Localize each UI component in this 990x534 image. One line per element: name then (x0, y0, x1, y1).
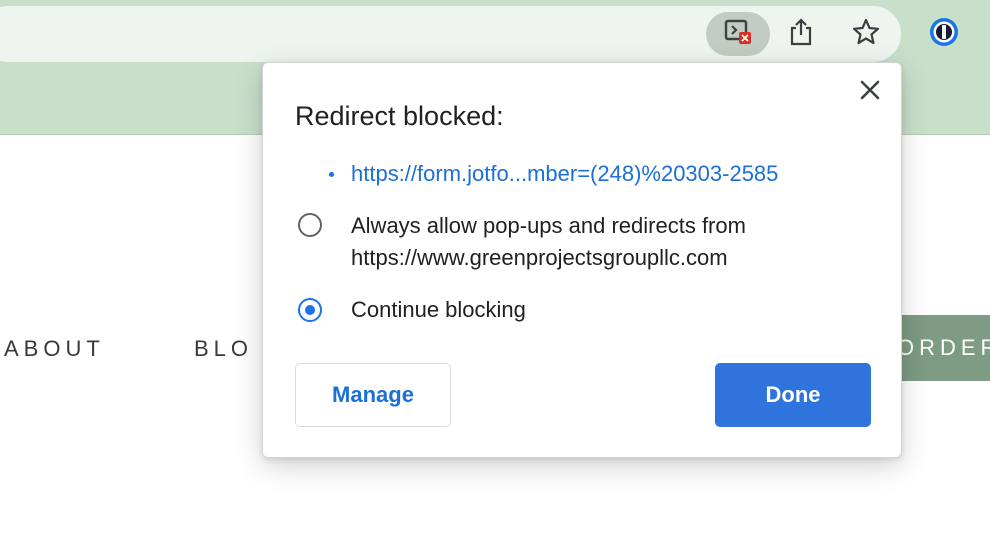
browser-toolbar (0, 0, 990, 62)
order-button[interactable]: ORDER (893, 315, 990, 381)
redirect-blocked-dialog: Redirect blocked: https://form.jotfo...m… (262, 62, 902, 458)
always-allow-radio[interactable] (298, 213, 322, 237)
manage-button-label: Manage (332, 382, 414, 407)
popup-blocked-button[interactable] (706, 12, 770, 56)
continue-blocking-radio[interactable] (298, 298, 322, 322)
order-button-label: ORDER (897, 335, 990, 360)
bullet-icon (329, 172, 334, 177)
close-icon (859, 79, 881, 106)
done-button-label: Done (765, 382, 821, 407)
always-allow-site-label[interactable]: https://www.greenprojectsgroupllc.com (351, 242, 728, 274)
share-icon (788, 17, 814, 52)
manage-button[interactable]: Manage (295, 363, 451, 427)
share-button[interactable] (780, 12, 822, 56)
dialog-title: Redirect blocked: (295, 101, 504, 131)
close-button[interactable] (853, 75, 887, 109)
onepassword-icon (928, 16, 960, 53)
nav-blog-link[interactable]: BLO (194, 336, 253, 362)
done-button[interactable]: Done (715, 363, 871, 427)
popup-blocked-icon (723, 18, 753, 51)
blocked-redirect-link[interactable]: https://form.jotfo...mber=(248)%20303-25… (351, 161, 778, 187)
onepassword-extension-button[interactable] (927, 17, 961, 51)
continue-blocking-label[interactable]: Continue blocking (351, 294, 526, 326)
always-allow-label[interactable]: Always allow pop-ups and redirects from (351, 210, 746, 242)
star-icon (851, 17, 881, 52)
radio-selected-dot (305, 305, 315, 315)
bookmark-button[interactable] (845, 12, 887, 56)
nav-about-link[interactable]: ABOUT (4, 336, 105, 362)
